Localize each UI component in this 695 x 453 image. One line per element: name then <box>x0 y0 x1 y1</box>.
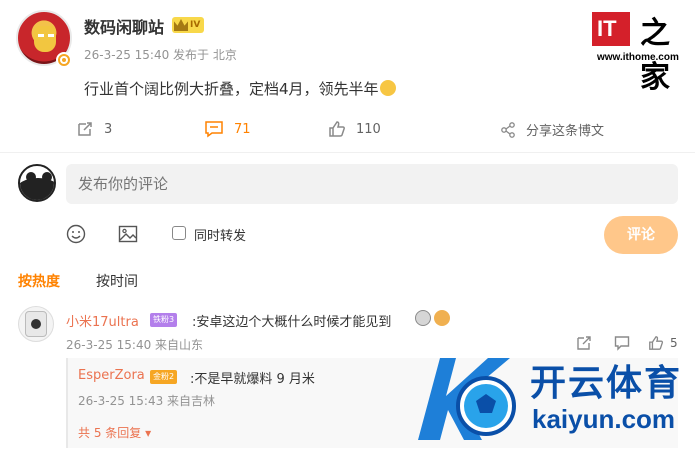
avatar-shape <box>20 178 54 200</box>
avatar-shape <box>26 172 36 182</box>
commenter-avatar[interactable] <box>18 306 54 342</box>
like-count: 110 <box>356 121 381 137</box>
post-text-content: 行业首个阔比例大折叠，定档4月，领先半年 <box>84 80 379 98</box>
verified-badge-icon <box>56 52 72 68</box>
level-badge[interactable]: IV <box>172 17 205 33</box>
repost-icon <box>78 122 92 136</box>
avatar-shape <box>42 172 52 182</box>
level-badge-label: IV <box>190 20 201 30</box>
crown-icon <box>174 19 188 31</box>
reply-meta: 26-3-25 15:43 来自吉林 <box>78 394 216 408</box>
author-username[interactable]: 数码闲聊站 <box>84 14 164 38</box>
commenter-username[interactable]: 小米17ultra <box>66 311 139 330</box>
emoji-button[interactable] <box>66 224 86 248</box>
share-button[interactable]: 分享这条博文 <box>500 120 604 139</box>
sort-by-hot-tab[interactable]: 按热度 <box>18 271 60 291</box>
share-label: 分享这条博文 <box>526 124 605 139</box>
repost-button[interactable]: 3 <box>76 120 112 138</box>
also-repost-checkbox[interactable] <box>172 226 186 240</box>
fan-badge[interactable]: 铁粉3 <box>150 313 178 327</box>
also-repost-label[interactable]: 同时转发 <box>194 225 246 244</box>
thumbs-up-icon <box>329 121 345 137</box>
like-button[interactable]: 110 <box>328 120 381 138</box>
ithome-logo: IT <box>592 12 630 46</box>
comment-reply-button[interactable] <box>614 335 630 355</box>
view-more-replies-label: 共 5 条回复 <box>78 426 142 440</box>
dog-emoji-icon <box>434 310 450 326</box>
view-more-replies-link[interactable]: 共 5 条回复 ▾ <box>78 424 151 441</box>
kaiyun-logo-icon <box>418 358 516 440</box>
phone-image <box>25 311 47 337</box>
image-icon <box>118 225 138 243</box>
sort-by-time-tab[interactable]: 按时间 <box>96 271 138 291</box>
emoji-icon <box>379 80 396 96</box>
comment-meta: 26-3-25 15:40 来自山东 <box>66 338 204 352</box>
sticker-emoji-icon <box>415 310 431 326</box>
reply-fan-badge[interactable]: 金粉2 <box>150 370 178 384</box>
avatar-face <box>34 26 56 52</box>
comment-icon <box>205 121 223 138</box>
post-meta: 26-3-25 15:40 发布于 北京 <box>84 48 237 62</box>
kaiyun-watermark-cn: 开云体育 <box>530 363 683 404</box>
repost-count: 3 <box>104 121 113 137</box>
comment-like-count: 5 <box>670 336 678 350</box>
comment-button[interactable]: 71 <box>204 120 251 138</box>
submit-comment-button[interactable]: 评论 <box>604 216 678 254</box>
comment-input[interactable] <box>66 164 678 204</box>
post-text: 行业首个阔比例大折叠，定档4月，领先半年 <box>84 78 396 99</box>
thumbs-up-icon <box>649 336 664 350</box>
comment-icon <box>614 336 630 351</box>
ithome-logo-text: IT <box>597 16 617 41</box>
current-user-avatar[interactable] <box>18 164 56 202</box>
reply-text: :不是早就爆料 9 月米 <box>190 372 315 387</box>
smiley-icon <box>66 224 86 244</box>
avatar-eye <box>48 34 54 37</box>
repost-icon <box>577 336 591 350</box>
share-icon <box>501 121 515 138</box>
comment-like-button[interactable]: 5 <box>648 335 678 351</box>
kaiyun-watermark-en: kaiyun.com <box>532 404 676 434</box>
comment-text: :安卓这边个大概什么时候才能见到 <box>192 315 392 330</box>
image-upload-button[interactable] <box>118 224 138 248</box>
avatar-eye <box>38 34 44 37</box>
reply-username[interactable]: EsperZora <box>78 368 145 383</box>
reply-button[interactable] <box>576 335 592 355</box>
ithome-url: www.ithome.com <box>597 52 679 63</box>
comment-count: 71 <box>234 121 251 137</box>
divider <box>0 152 695 153</box>
